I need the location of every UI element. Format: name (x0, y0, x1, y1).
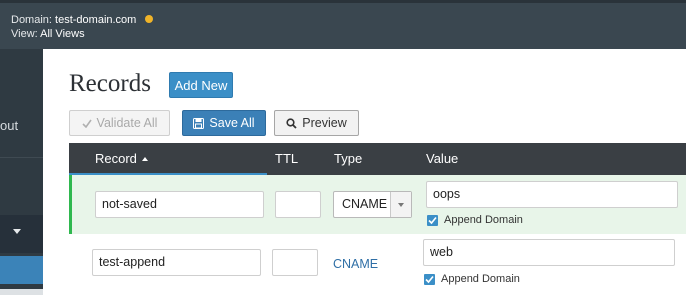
add-new-button[interactable]: Add New (169, 72, 233, 98)
ttl-input[interactable] (272, 249, 318, 276)
sidebar-logout-link[interactable]: out (0, 118, 18, 133)
chevron-down-icon (398, 203, 404, 207)
records-table-header: Record TTL Type Value (69, 143, 686, 175)
value-input[interactable]: oops (426, 181, 678, 208)
value-input[interactable]: web (423, 239, 675, 266)
view-key: View: (11, 28, 38, 40)
type-select[interactable]: CNAME (333, 191, 412, 218)
ttl-input[interactable] (275, 191, 321, 218)
caret-down-icon (13, 229, 21, 234)
sidebar-item-active[interactable] (0, 256, 43, 284)
domain-key: Domain: (11, 14, 52, 26)
context-bar: Domain: test-domain.com View: All Views (0, 0, 686, 49)
checkmark-icon (428, 216, 437, 225)
view-line: View: All Views (11, 28, 85, 40)
record-name-input[interactable]: not-saved (95, 191, 264, 218)
sidebar: out (0, 49, 43, 295)
type-select-toggle[interactable] (390, 192, 411, 217)
save-icon (193, 117, 205, 129)
domain-value[interactable]: test-domain.com (55, 14, 136, 26)
validate-all-label: Validate All (96, 116, 158, 130)
preview-label: Preview (302, 116, 347, 130)
column-type: Type (334, 151, 363, 166)
type-select-value: CNAME (342, 197, 388, 211)
search-icon (286, 117, 297, 129)
column-ttl: TTL (275, 151, 299, 166)
save-all-label: Save All (209, 116, 255, 130)
column-record-label: Record (95, 151, 137, 166)
save-all-button[interactable]: Save All (182, 110, 266, 136)
checkmark-icon (425, 275, 434, 284)
view-value[interactable]: All Views (40, 28, 84, 40)
append-domain-checkbox[interactable] (427, 215, 438, 226)
append-domain-label: Append Domain (441, 273, 520, 285)
table-row: not-saved CNAME oops Append Domain (69, 175, 686, 234)
domain-line: Domain: test-domain.com (11, 14, 154, 26)
append-domain-label: Append Domain (444, 214, 523, 226)
column-value: Value (426, 151, 459, 166)
validate-all-button[interactable]: Validate All (69, 110, 170, 136)
sidebar-item[interactable] (0, 289, 43, 295)
type-link[interactable]: CNAME (333, 257, 378, 271)
check-icon (81, 119, 92, 128)
status-dot-icon (145, 15, 154, 23)
sort-ascending-icon (141, 157, 148, 161)
column-record[interactable]: Record (95, 151, 148, 166)
sidebar-divider (0, 157, 43, 158)
page-title: Records (69, 70, 151, 97)
preview-button[interactable]: Preview (274, 110, 359, 136)
sidebar-dropdown[interactable] (0, 215, 43, 253)
table-row: test-append CNAME web Append Domain (69, 234, 686, 295)
append-domain-checkbox[interactable] (424, 274, 435, 285)
record-name-input[interactable]: test-append (92, 249, 261, 276)
